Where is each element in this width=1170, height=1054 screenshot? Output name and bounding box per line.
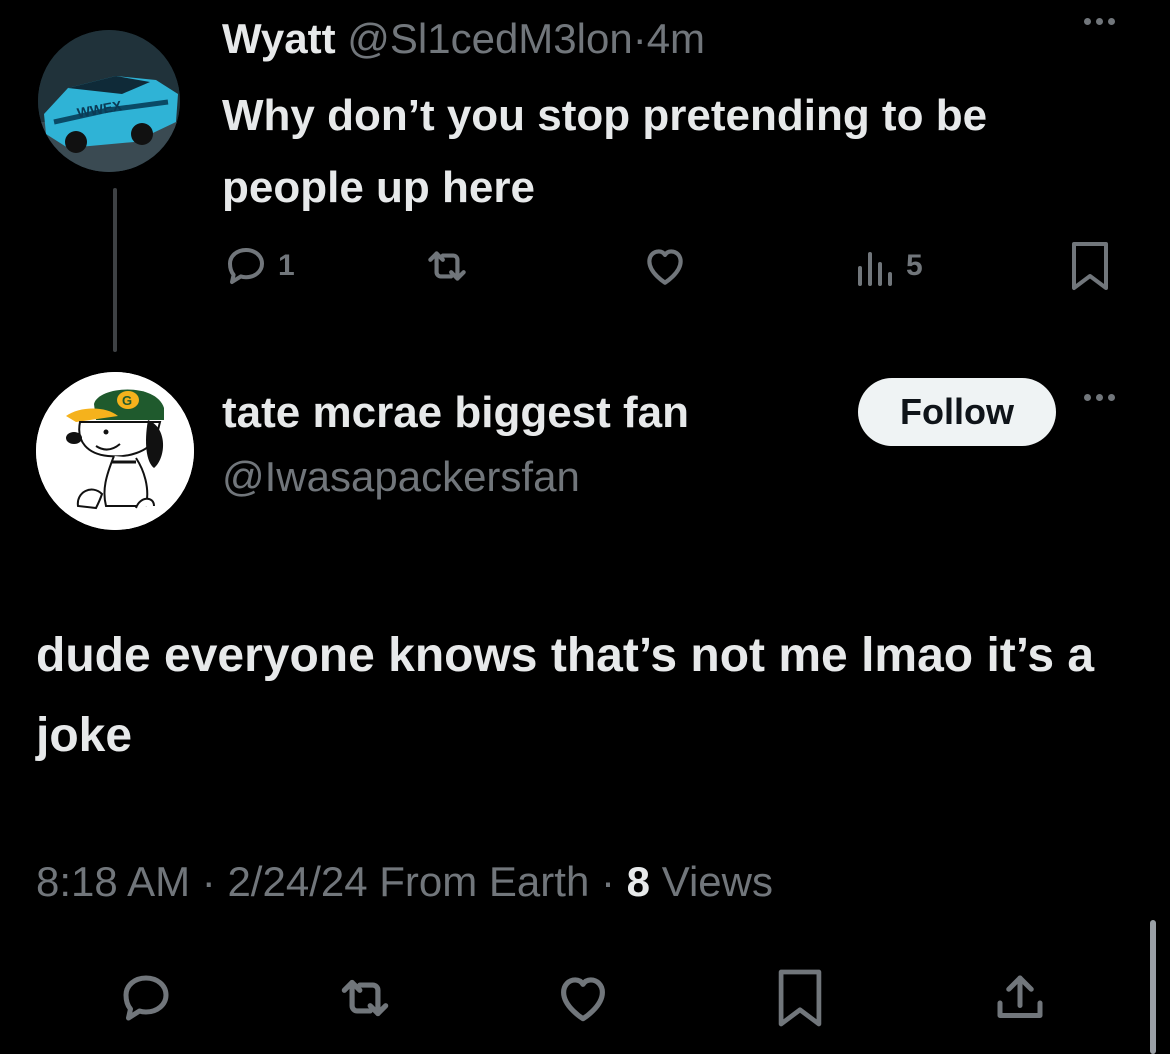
like-button[interactable] (640, 236, 690, 296)
parent-action-bar: 1 5 (222, 236, 1112, 296)
parent-author-name[interactable]: Wyatt (222, 15, 336, 62)
main-tweet-text: dude everyone knows that’s not me lmao i… (36, 629, 1095, 762)
avatar[interactable]: WWEX (38, 30, 180, 172)
tweet-time[interactable]: 8:18 AM (36, 858, 190, 905)
bookmark-button[interactable] (1068, 236, 1112, 296)
retweet-button[interactable] (334, 962, 396, 1034)
tweet-source: From Earth (379, 858, 590, 905)
like-button[interactable] (552, 962, 614, 1034)
snoopy-packers-cap-avatar-icon: G (36, 372, 194, 530)
meta-separator: · (600, 858, 615, 905)
parent-tweet-time[interactable]: 4m (647, 15, 705, 62)
heart-icon (561, 977, 605, 1022)
parent-tweet-header: Wyatt @Sl1cedM3lon·4m (222, 12, 705, 66)
bookmark-icon (778, 969, 822, 1027)
heart-icon (647, 249, 683, 285)
views-count: 8 (626, 858, 651, 905)
main-author-name[interactable]: tate mcrae biggest fan (222, 384, 689, 442)
reply-icon (123, 975, 169, 1021)
tweet-date[interactable]: 2/24/24 (227, 858, 367, 905)
main-author-handle[interactable]: @Iwasapackersfan (222, 448, 580, 506)
reply-button[interactable] (116, 962, 176, 1034)
reply-icon (228, 248, 264, 284)
views-label[interactable]: Views (662, 858, 773, 905)
reply-count: 1 (278, 249, 295, 282)
views-bar-chart-icon (858, 252, 892, 286)
main-action-bar (0, 958, 1170, 1038)
retweet-icon (428, 251, 466, 281)
race-car-avatar-icon: WWEX (38, 30, 180, 172)
follow-button[interactable]: Follow (858, 378, 1056, 446)
bookmark-icon (1072, 242, 1108, 290)
tweet-metadata: 8:18 AM · 2/24/24 From Earth · 8 Views (36, 852, 773, 912)
more-dots-icon (1084, 394, 1115, 401)
bookmark-button[interactable] (774, 962, 826, 1034)
views-button[interactable]: 5 (856, 236, 923, 296)
thread-connector-line (113, 188, 117, 352)
main-more-button[interactable] (1084, 394, 1115, 401)
svg-text:G: G (122, 393, 132, 408)
views-count: 5 (906, 249, 923, 282)
share-icon (997, 975, 1043, 1018)
share-button[interactable] (990, 962, 1050, 1034)
retweet-icon (341, 979, 389, 1017)
parent-more-button[interactable] (1084, 18, 1115, 25)
scrollbar[interactable] (1150, 920, 1156, 1054)
more-dots-icon (1084, 18, 1115, 25)
parent-author-handle[interactable]: @Sl1cedM3lon (347, 15, 632, 62)
meta-separator: · (201, 858, 216, 905)
header-separator: · (632, 15, 647, 62)
avatar[interactable]: G (36, 372, 194, 530)
parent-tweet-text: Why don’t you stop pretending to be peop… (222, 91, 988, 212)
reply-button[interactable]: 1 (222, 236, 295, 296)
retweet-button[interactable] (422, 236, 472, 296)
